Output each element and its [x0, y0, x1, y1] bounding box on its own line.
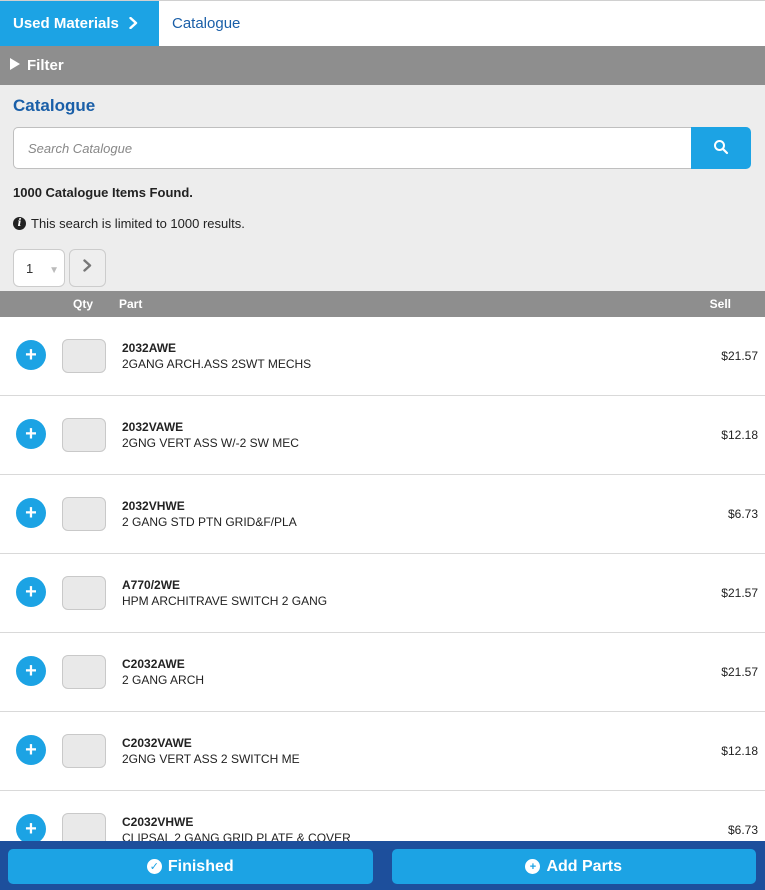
breadcrumb-catalogue: Catalogue — [172, 15, 241, 32]
add-item-button[interactable]: + — [16, 656, 46, 686]
qty-input[interactable] — [62, 497, 106, 531]
part-code: 2032AWE — [122, 341, 177, 355]
catalogue-list[interactable]: + 2032AWE 2GANG ARCH.ASS 2SWT MECHS $21.… — [0, 317, 765, 841]
add-item-button[interactable]: + — [16, 498, 46, 528]
filter-label: Filter — [27, 57, 64, 74]
breadcrumb-used-materials-label: Used Materials — [13, 15, 119, 32]
part-code: 2032VHWE — [122, 499, 185, 513]
search-input[interactable] — [13, 127, 691, 169]
chevron-right-icon — [83, 259, 92, 277]
page-select[interactable]: 1 ▼ — [13, 249, 65, 287]
column-header-sell: Sell — [709, 297, 731, 311]
part-sell-price: $21.57 — [721, 349, 758, 363]
part-description: HPM ARCHITRAVE SWITCH 2 GANG — [122, 594, 328, 608]
section-title: Catalogue — [13, 96, 96, 115]
part-sell-price: $6.73 — [727, 823, 758, 837]
part-description: 2GANG ARCH.ASS 2SWT MECHS — [122, 357, 312, 371]
column-header-qty: Qty — [73, 297, 94, 311]
triangle-right-icon — [10, 58, 20, 73]
plus-icon: + — [25, 423, 37, 445]
part-description: 2GNG VERT ASS W/-2 SW MEC — [122, 436, 299, 450]
table-row: + C2032VHWE CLIPSAL 2 GANG GRID PLATE & … — [0, 791, 765, 841]
caret-down-icon: ▼ — [49, 264, 59, 276]
qty-input[interactable] — [62, 655, 106, 689]
finished-button[interactable]: ✓ Finished — [8, 849, 373, 884]
qty-input[interactable] — [62, 734, 106, 768]
plus-icon: + — [25, 739, 37, 761]
add-item-button[interactable]: + — [16, 735, 46, 765]
finished-label: Finished — [167, 857, 234, 875]
breadcrumb-used-materials[interactable]: Used Materials — [0, 1, 159, 46]
part-sell-price: $21.57 — [721, 586, 758, 600]
results-count: 1000 Catalogue Items Found. — [13, 185, 193, 200]
part-sell-price: $6.73 — [727, 507, 758, 521]
add-parts-label: Add Parts — [546, 857, 623, 875]
pagination: 1 ▼ — [13, 249, 106, 287]
column-header-part: Part — [119, 297, 143, 311]
breadcrumb: Used Materials Catalogue — [0, 0, 765, 46]
part-sell-price: $21.57 — [721, 665, 758, 679]
part-code: C2032AWE — [122, 657, 185, 671]
filter-toggle[interactable]: Filter — [0, 46, 765, 85]
plus-icon: + — [25, 581, 37, 603]
limit-note: i This search is limited to 1000 results… — [13, 216, 245, 231]
qty-input[interactable] — [62, 576, 106, 610]
part-code: 2032VAWE — [122, 420, 184, 434]
plus-icon: + — [25, 344, 37, 366]
search-box — [13, 127, 751, 169]
plus-icon: + — [25, 660, 37, 682]
table-row: + 2032VAWE 2GNG VERT ASS W/-2 SW MEC $12… — [0, 396, 765, 475]
info-icon: i — [13, 217, 26, 230]
part-code: C2032VAWE — [122, 736, 192, 750]
add-item-button[interactable]: + — [16, 577, 46, 607]
chevron-right-icon — [129, 16, 138, 32]
check-circle-icon: ✓ — [146, 859, 162, 874]
limit-note-text: This search is limited to 1000 results. — [31, 216, 245, 231]
part-code: A770/2WE — [122, 578, 181, 592]
add-item-button[interactable]: + — [16, 340, 46, 370]
part-sell-price: $12.18 — [721, 428, 758, 442]
part-description: 2GNG VERT ASS 2 SWITCH ME — [122, 752, 300, 766]
part-code: C2032VHWE — [122, 815, 194, 829]
part-sell-price: $12.18 — [721, 744, 758, 758]
table-row: + 2032VHWE 2 GANG STD PTN GRID&F/PLA $6.… — [0, 475, 765, 554]
part-description: 2 GANG ARCH — [122, 673, 205, 687]
qty-input[interactable] — [62, 339, 106, 373]
part-description: 2 GANG STD PTN GRID&F/PLA — [122, 515, 297, 529]
add-item-button[interactable]: + — [16, 814, 46, 841]
qty-input[interactable] — [62, 813, 106, 841]
footer-actions: ✓ Finished + Add Parts — [0, 841, 765, 890]
plus-icon: + — [25, 818, 37, 840]
table-row: + 2032AWE 2GANG ARCH.ASS 2SWT MECHS $21.… — [0, 317, 765, 396]
add-item-button[interactable]: + — [16, 419, 46, 449]
part-description: CLIPSAL 2 GANG GRID PLATE & COVER — [122, 831, 351, 841]
next-page-button[interactable] — [69, 249, 106, 287]
table-header: Qty Part Sell — [0, 291, 765, 317]
catalogue-search-section: Catalogue 1000 Catalogue Items Found. i … — [0, 85, 765, 291]
search-button[interactable] — [691, 127, 751, 169]
plus-circle-icon: + — [525, 859, 541, 874]
table-row: + A770/2WE HPM ARCHITRAVE SWITCH 2 GANG … — [0, 554, 765, 633]
search-icon — [713, 139, 729, 158]
table-row: + C2032VAWE 2GNG VERT ASS 2 SWITCH ME $1… — [0, 712, 765, 791]
table-row: + C2032AWE 2 GANG ARCH $21.57 — [0, 633, 765, 712]
page-select-value: 1 — [26, 260, 34, 276]
add-parts-button[interactable]: + Add Parts — [391, 849, 756, 884]
qty-input[interactable] — [62, 418, 106, 452]
plus-icon: + — [25, 502, 37, 524]
